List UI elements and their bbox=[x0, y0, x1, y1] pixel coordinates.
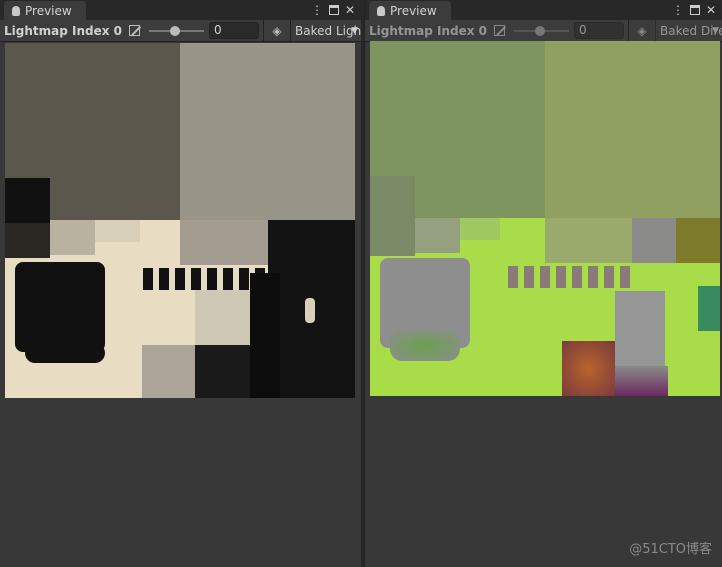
preview-toolbar: Lightmap Index 0 0 ◈ Baked Lightn▼ bbox=[0, 19, 361, 42]
triangle-down-icon: ▼ bbox=[712, 25, 719, 36]
layers-icon[interactable]: ◈ bbox=[264, 24, 290, 38]
exposure-input[interactable]: 0 bbox=[209, 22, 260, 39]
close-icon[interactable]: ✕ bbox=[345, 3, 355, 17]
lightmap-index-label: Lightmap Index 0 bbox=[369, 23, 488, 38]
kebab-menu-icon[interactable]: ⋮ bbox=[672, 3, 684, 17]
layers-icon[interactable]: ◈ bbox=[629, 24, 655, 38]
triangle-down-icon: ▼ bbox=[351, 25, 358, 36]
exposure-slider[interactable] bbox=[514, 25, 570, 36]
tab-label: Preview bbox=[25, 3, 72, 18]
preview-panel-right: Preview ⋮ ✕ Lightmap Index 0 0 ◈ Baked Di… bbox=[364, 0, 722, 567]
lightbulb-icon bbox=[12, 5, 20, 16]
lightmap-mode-dropdown[interactable]: Baked Direct▼ bbox=[655, 19, 722, 42]
lightmap-mode-dropdown[interactable]: Baked Lightn▼ bbox=[290, 19, 361, 42]
exposure-icon bbox=[129, 25, 141, 36]
tab-preview[interactable]: Preview bbox=[4, 1, 86, 20]
lightbulb-icon bbox=[377, 5, 385, 16]
lightmap-index-label: Lightmap Index 0 bbox=[4, 23, 123, 38]
maximize-icon[interactable] bbox=[328, 5, 339, 15]
tab-bar: Preview ⋮ ✕ bbox=[365, 0, 722, 20]
preview-toolbar: Lightmap Index 0 0 ◈ Baked Direct▼ bbox=[365, 19, 722, 42]
exposure-slider[interactable] bbox=[149, 25, 205, 36]
watermark: @51CTO博客 bbox=[629, 542, 712, 557]
exposure-icon bbox=[494, 25, 506, 36]
lightmap-preview-image[interactable] bbox=[370, 41, 720, 396]
tab-label: Preview bbox=[390, 3, 437, 18]
exposure-input[interactable]: 0 bbox=[574, 22, 625, 39]
slider-handle[interactable] bbox=[535, 25, 546, 36]
maximize-icon[interactable] bbox=[689, 5, 700, 15]
tab-bar: Preview ⋮ ✕ bbox=[0, 0, 361, 20]
slider-handle[interactable] bbox=[170, 25, 181, 36]
close-icon[interactable]: ✕ bbox=[706, 3, 716, 17]
lightmap-preview-image[interactable] bbox=[5, 43, 355, 398]
preview-panel-left: Preview ⋮ ✕ Lightmap Index 0 0 ◈ Baked Li… bbox=[0, 0, 361, 567]
kebab-menu-icon[interactable]: ⋮ bbox=[311, 3, 323, 17]
tab-preview[interactable]: Preview bbox=[369, 1, 451, 20]
